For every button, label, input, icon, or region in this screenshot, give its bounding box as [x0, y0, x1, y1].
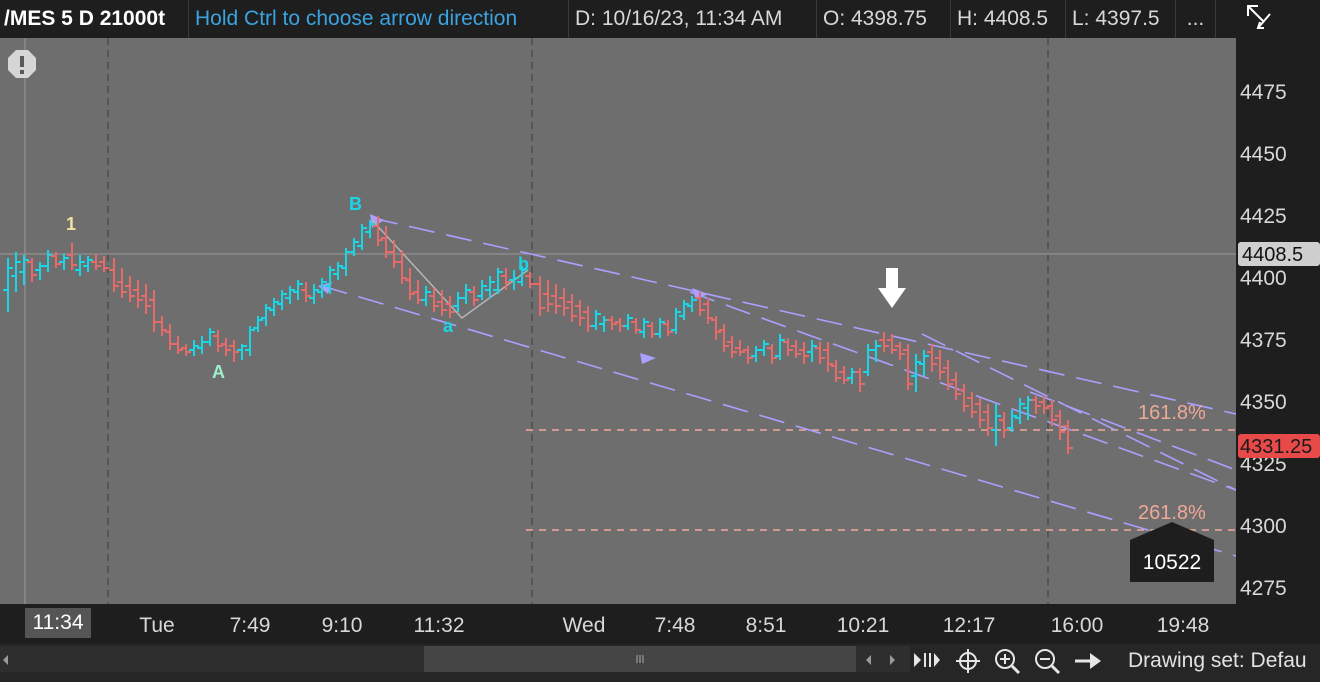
time-tick-label: 9:10	[322, 614, 363, 637]
fib-label-261: 261.8%	[1138, 502, 1206, 524]
fib-label-161: 161.8%	[1138, 402, 1206, 424]
price-tick-label: 4275	[1240, 577, 1287, 600]
crosshair-price-value: 4408.5	[1242, 244, 1303, 266]
time-tick-label: 11:32	[414, 614, 465, 637]
wave-label-b: b	[518, 254, 529, 274]
time-tick-label: Wed	[563, 614, 606, 637]
time-tick-label: 12:17	[943, 614, 996, 637]
wave-label-a: a	[443, 316, 454, 336]
last-price-value: 4331.25	[1240, 436, 1312, 458]
time-tick-label: 19:48	[1157, 614, 1210, 637]
price-tick-label: 4350	[1240, 391, 1287, 414]
time-tick-label: 7:48	[655, 614, 696, 637]
time-axis[interactable]: Tue 7:49 9:10 11:32 Wed 7:48 8:51 10:21 12:17 16:…	[0, 604, 1320, 644]
price-tick-label: 4450	[1240, 143, 1287, 166]
hint-text: Hold Ctrl to choose arrow direction	[189, 0, 569, 38]
time-tick-label: 16:00	[1051, 614, 1104, 637]
drawing-tool-box	[1236, 0, 1320, 38]
low-readout: L: 4397.5	[1066, 0, 1176, 38]
crosshair-icon[interactable]	[954, 647, 982, 675]
time-tick-label: Tue	[139, 614, 174, 637]
chart-header: /MES 5 D 21000t Hold Ctrl to choose arro…	[0, 0, 1236, 38]
wave-label-B: B	[349, 194, 362, 214]
high-readout: H: 4408.5	[951, 0, 1066, 38]
volume-badge-value: 10522	[1143, 551, 1201, 574]
crosshair-time-tag: 11:34	[25, 608, 91, 638]
scroll-left-icon[interactable]	[0, 650, 12, 670]
wave-label-A: A	[212, 362, 225, 382]
price-tick-label: 4300	[1240, 515, 1287, 538]
time-tick-label: 8:51	[746, 614, 787, 637]
alert-icon[interactable]	[8, 50, 36, 78]
price-tick-label: 4375	[1240, 329, 1287, 352]
scroll-right-icon[interactable]	[886, 650, 900, 670]
price-axis[interactable]: 4475 4450 4425 4400 4375 4350 4325 4300 4275 440…	[1236, 38, 1320, 604]
arrow-right-icon[interactable]	[1072, 648, 1104, 674]
open-readout: O: 4398.75	[817, 0, 951, 38]
zoom-out-icon[interactable]	[1032, 646, 1062, 676]
time-tick-label: 10:21	[837, 614, 890, 637]
scroll-left-icon[interactable]	[862, 650, 876, 670]
price-chart[interactable]: 1 A B a b 161.8% 261.8% 10522	[0, 0, 1320, 682]
symbol-label[interactable]: /MES 5 D 21000t	[0, 0, 189, 38]
scroll-handle-icon	[636, 655, 644, 663]
price-tick-label: 4400	[1240, 267, 1287, 290]
date-readout: D: 10/16/23, 11:34 AM	[569, 0, 817, 38]
play-icon[interactable]	[912, 648, 942, 672]
price-tick-label: 4425	[1240, 205, 1287, 228]
more-readout[interactable]: ...	[1176, 0, 1216, 38]
scrollbar-thumb[interactable]	[424, 646, 856, 672]
chart-window[interactable]: 1 A B a b 161.8% 261.8% 10522	[0, 0, 1320, 682]
drawing-set-label[interactable]: Drawing set: Defau	[1128, 646, 1307, 676]
zoom-in-icon[interactable]	[992, 646, 1022, 676]
arrow-direction-icon[interactable]	[1240, 0, 1280, 38]
time-tick-label: 7:49	[230, 614, 271, 637]
wave-label-1: 1	[66, 214, 76, 234]
price-tick-label: 4475	[1240, 81, 1287, 104]
